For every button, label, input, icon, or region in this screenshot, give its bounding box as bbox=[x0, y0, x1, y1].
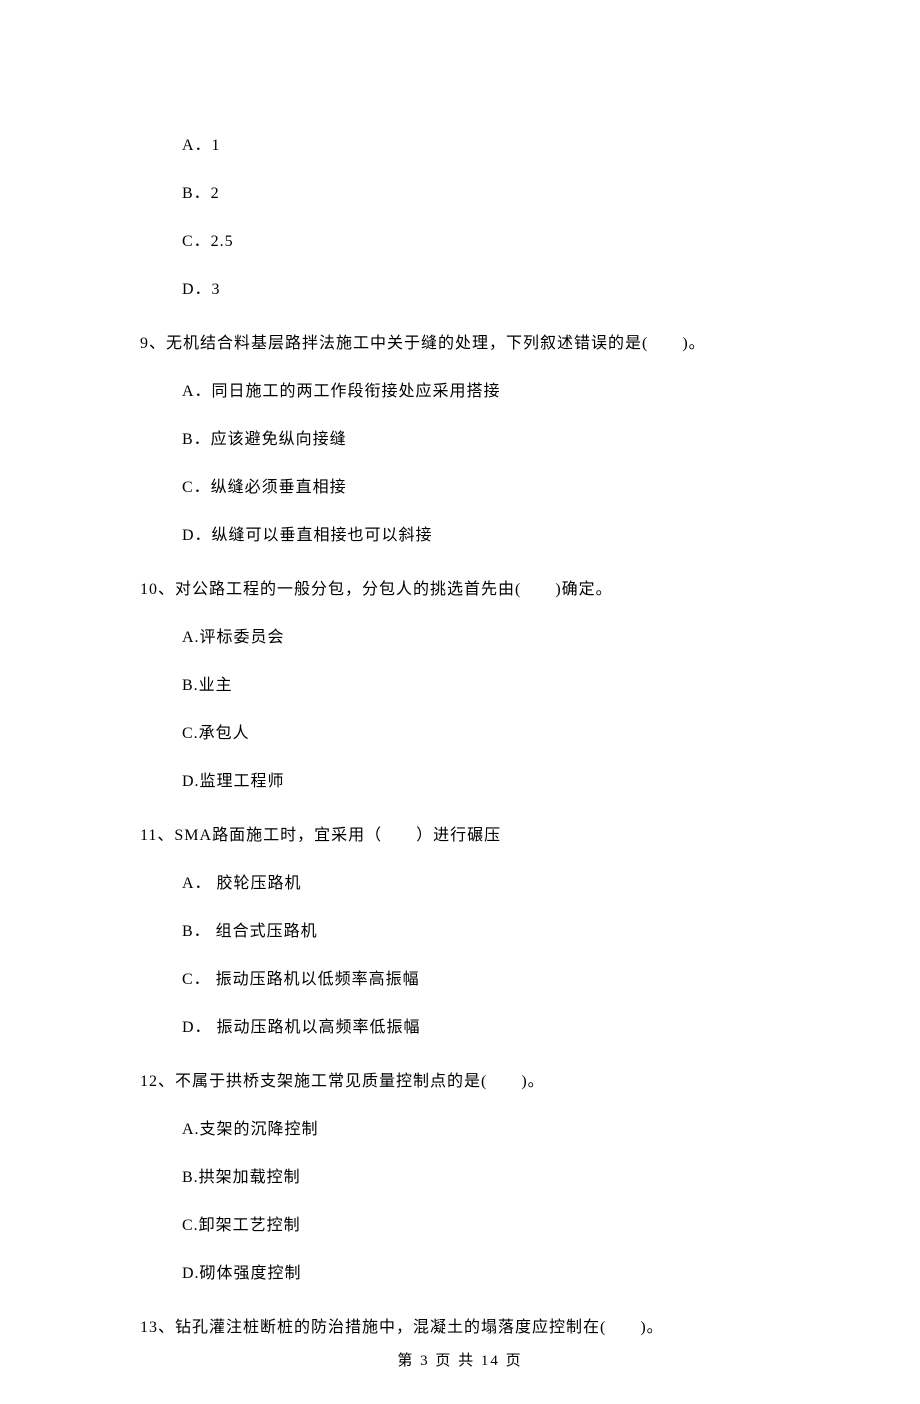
question-9-option-d: D．纵缝可以垂直相接也可以斜接 bbox=[140, 524, 780, 548]
prev-question-option-b: B．2 bbox=[140, 182, 780, 206]
question-9-stem: 9、无机结合料基层路拌法施工中关于缝的处理，下列叙述错误的是( )。 bbox=[140, 332, 780, 356]
page-container: A．1 B．2 C．2.5 D．3 9、无机结合料基层路拌法施工中关于缝的处理，… bbox=[0, 0, 920, 1404]
prev-question-option-c: C．2.5 bbox=[140, 230, 780, 254]
question-12-option-b: B.拱架加载控制 bbox=[140, 1166, 780, 1190]
question-11-option-a: A． 胶轮压路机 bbox=[140, 872, 780, 896]
question-12-option-d: D.砌体强度控制 bbox=[140, 1262, 780, 1286]
question-12-option-a: A.支架的沉降控制 bbox=[140, 1118, 780, 1142]
question-9-option-c: C．纵缝必须垂直相接 bbox=[140, 476, 780, 500]
question-12-stem: 12、不属于拱桥支架施工常见质量控制点的是( )。 bbox=[140, 1070, 780, 1094]
prev-question-option-d: D．3 bbox=[140, 278, 780, 302]
question-11-option-d: D． 振动压路机以高频率低振幅 bbox=[140, 1016, 780, 1040]
question-11-option-b: B． 组合式压路机 bbox=[140, 920, 780, 944]
prev-question-option-a: A．1 bbox=[140, 134, 780, 158]
question-12-option-c: C.卸架工艺控制 bbox=[140, 1214, 780, 1238]
question-13-stem: 13、钻孔灌注桩断桩的防治措施中，混凝土的塌落度应控制在( )。 bbox=[140, 1316, 780, 1340]
question-10-option-d: D.监理工程师 bbox=[140, 770, 780, 794]
question-10-stem: 10、对公路工程的一般分包，分包人的挑选首先由( )确定。 bbox=[140, 578, 780, 602]
question-9-option-a: A．同日施工的两工作段衔接处应采用搭接 bbox=[140, 380, 780, 404]
question-11-option-c: C． 振动压路机以低频率高振幅 bbox=[140, 968, 780, 992]
question-10-option-b: B.业主 bbox=[140, 674, 780, 698]
page-footer: 第 3 页 共 14 页 bbox=[0, 1350, 920, 1373]
question-10-option-a: A.评标委员会 bbox=[140, 626, 780, 650]
question-9-option-b: B．应该避免纵向接缝 bbox=[140, 428, 780, 452]
question-11-stem: 11、SMA路面施工时，宜采用（ ）进行碾压 bbox=[140, 824, 780, 848]
question-10-option-c: C.承包人 bbox=[140, 722, 780, 746]
